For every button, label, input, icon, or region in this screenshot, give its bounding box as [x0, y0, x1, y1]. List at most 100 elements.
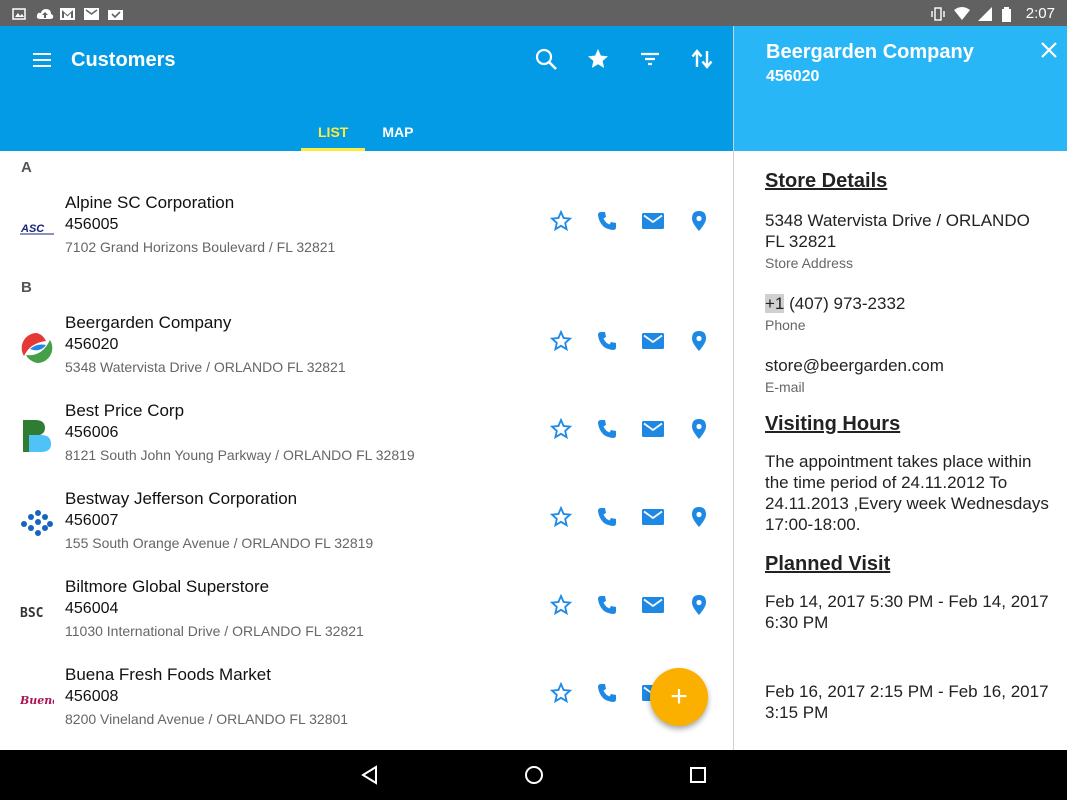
svg-text:Buena: Buena	[20, 694, 54, 707]
customer-name: Alpine SC Corporation	[65, 193, 235, 212]
customer-name: Bestway Jefferson Corporation	[65, 489, 298, 508]
email-icon[interactable]	[641, 505, 665, 529]
phone-icon[interactable]	[595, 417, 619, 441]
detail-panel[interactable]: Store Details 5348 Watervista Drive / OR…	[734, 151, 1067, 750]
section-header-b: B	[21, 278, 32, 296]
gallery-notification-icon	[12, 7, 26, 20]
visiting-hours-heading: Visiting Hours	[765, 413, 901, 435]
section-header-a: A	[21, 158, 32, 176]
customer-address: 155 South Orange Avenue / ORLANDO FL 328…	[65, 535, 374, 551]
customer-list[interactable]: A ASC Alpine SC Corporation 456005 7102 …	[0, 151, 733, 750]
system-nav-bar	[0, 750, 1067, 800]
customer-address: 5348 Watervista Drive / ORLANDO FL 32821	[65, 359, 346, 375]
customer-row[interactable]: Bestway Jefferson Corporation 456007 155…	[0, 479, 733, 567]
menu-icon[interactable]	[30, 48, 54, 72]
close-icon[interactable]	[1037, 38, 1061, 62]
customer-address: 11030 International Drive / ORLANDO FL 3…	[65, 623, 364, 639]
customer-name: Best Price Corp	[65, 401, 185, 420]
bestway-logo	[20, 507, 54, 541]
favorite-star-icon[interactable]	[549, 681, 573, 705]
phone-icon[interactable]	[595, 681, 619, 705]
svg-text:ASC: ASC	[20, 223, 45, 235]
tab-map[interactable]: MAP	[365, 112, 430, 151]
customer-name: Beergarden Company	[65, 313, 232, 332]
customer-address: 7102 Grand Horizons Boulevard / FL 32821	[65, 239, 336, 255]
phone-prefix: +1	[765, 294, 785, 313]
email-label: E-mail	[765, 379, 805, 395]
email-icon[interactable]	[641, 329, 665, 353]
customer-id: 456005	[65, 216, 119, 233]
search-icon[interactable]	[533, 46, 559, 72]
customer-id: 456008	[65, 688, 119, 705]
phone-rest: (407) 973-2332	[784, 294, 906, 313]
add-customer-button[interactable]: +	[650, 668, 708, 726]
email-icon[interactable]	[641, 593, 665, 617]
favorite-star-icon[interactable]	[549, 209, 573, 233]
store-address: 5348 Watervista Drive / ORLANDO FL 32821	[765, 211, 1030, 251]
customer-address: 8121 South John Young Parkway / ORLANDO …	[65, 447, 415, 463]
customer-row[interactable]: Best Price Corp 456006 8121 South John Y…	[0, 391, 733, 479]
cloud-upload-icon	[36, 7, 54, 19]
email-icon[interactable]	[641, 417, 665, 441]
customer-row[interactable]: ASC Alpine SC Corporation 456005 7102 Gr…	[0, 183, 733, 271]
favorite-star-icon[interactable]	[549, 329, 573, 353]
signal-icon	[977, 7, 992, 21]
status-bar: 2:07	[0, 0, 1067, 26]
email-icon[interactable]	[641, 209, 665, 233]
phone-label: Phone	[765, 317, 806, 333]
tab-list[interactable]: LIST	[301, 112, 366, 151]
battery-icon	[1001, 7, 1016, 22]
download-done-icon	[108, 7, 123, 20]
status-time: 2:07	[1025, 4, 1055, 22]
store-details-heading: Store Details	[765, 170, 888, 192]
store-address-label: Store Address	[765, 255, 853, 271]
home-icon[interactable]	[522, 763, 546, 787]
planned-visit-heading: Planned Visit	[765, 553, 891, 575]
customer-id: 456020	[65, 336, 119, 353]
detail-customer-name: Beergarden Company	[766, 41, 974, 63]
buena-logo: Buena	[20, 683, 54, 717]
visiting-hours-text: The appointment takes place within the t…	[765, 452, 1049, 534]
best-price-logo	[20, 419, 54, 453]
customer-id: 456006	[65, 424, 119, 441]
phone-icon[interactable]	[595, 593, 619, 617]
gmail-icon	[60, 7, 75, 20]
inbox-icon	[84, 7, 99, 20]
location-pin-icon[interactable]	[687, 329, 711, 353]
customer-row[interactable]: Buena Buena Fresh Foods Market 456008 82…	[0, 655, 733, 743]
customer-row[interactable]: Beergarden Company 456020 5348 Watervist…	[0, 303, 733, 391]
phone-icon[interactable]	[595, 209, 619, 233]
favorite-star-icon[interactable]	[549, 417, 573, 441]
phone-number[interactable]: +1 (407) 973-2332	[765, 293, 1049, 314]
beergarden-logo	[20, 331, 54, 365]
star-icon[interactable]	[585, 46, 611, 72]
customer-name: Biltmore Global Superstore	[65, 577, 270, 596]
planned-visit-item: Feb 14, 2017 5:30 PM - Feb 14, 2017 6:30…	[765, 592, 1049, 632]
customer-id: 456007	[65, 512, 119, 529]
favorite-star-icon[interactable]	[549, 505, 573, 529]
customer-name: Buena Fresh Foods Market	[65, 665, 271, 684]
customer-id: 456004	[65, 600, 119, 617]
page-title: Customers	[71, 49, 176, 71]
location-pin-icon[interactable]	[687, 209, 711, 233]
phone-icon[interactable]	[595, 329, 619, 353]
location-pin-icon[interactable]	[687, 505, 711, 529]
biltmore-logo: BSC	[20, 595, 54, 629]
location-pin-icon[interactable]	[687, 593, 711, 617]
planned-visit-item: Feb 16, 2017 2:15 PM - Feb 16, 2017 3:15…	[765, 682, 1049, 722]
customer-address: 8200 Vineland Avenue / ORLANDO FL 32801	[65, 711, 349, 727]
detail-customer-id: 456020	[766, 68, 820, 85]
customer-row[interactable]: BSC Biltmore Global Superstore 456004 11…	[0, 567, 733, 655]
app-bar: Customers LIST MAP	[0, 26, 733, 151]
phone-icon[interactable]	[595, 505, 619, 529]
alpine-logo: ASC	[20, 211, 54, 245]
recents-icon[interactable]	[686, 763, 710, 787]
favorite-star-icon[interactable]	[549, 593, 573, 617]
detail-header: Beergarden Company 456020	[734, 26, 1067, 151]
sort-icon[interactable]	[689, 46, 715, 72]
back-icon[interactable]	[358, 763, 382, 787]
location-pin-icon[interactable]	[687, 417, 711, 441]
vibrate-icon	[930, 7, 945, 21]
email-address[interactable]: store@beergarden.com	[765, 355, 1049, 376]
filter-icon[interactable]	[637, 46, 663, 72]
